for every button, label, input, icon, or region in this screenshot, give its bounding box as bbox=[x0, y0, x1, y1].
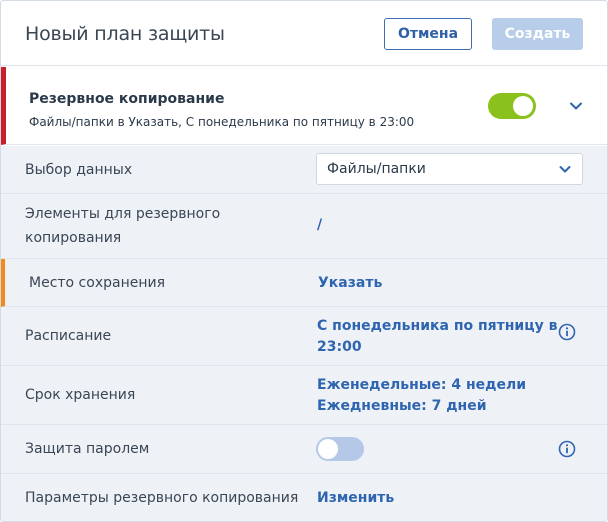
row-data-selection: Выбор данных Файлы/папки bbox=[1, 146, 607, 194]
backup-enable-toggle[interactable] bbox=[488, 93, 536, 119]
section-summary: Файлы/папки в Указать, С понедельника по… bbox=[29, 115, 415, 129]
row-label: Элементы для резервного копирования bbox=[25, 202, 220, 250]
settings-list: Выбор данных Файлы/папки Элементы для ре… bbox=[1, 146, 607, 521]
row-label: Защита паролем bbox=[25, 441, 150, 457]
row-password: Защита паролем bbox=[1, 425, 607, 474]
row-label: Срок хранения bbox=[25, 387, 136, 403]
destination-link[interactable]: Указать bbox=[318, 273, 382, 294]
panel-header: Новый план защиты Отмена Создать bbox=[1, 1, 607, 66]
chevron-down-icon bbox=[559, 166, 571, 173]
schedule-link[interactable]: С понедельника по пятницу в 23:00 bbox=[317, 316, 557, 358]
row-retention: Срок хранения Еженедельные: 4 недели Еже… bbox=[1, 366, 607, 425]
row-label: Расписание bbox=[25, 328, 112, 344]
dropdown-value: Файлы/папки bbox=[327, 161, 426, 177]
toggle-knob bbox=[513, 96, 533, 116]
toggle-knob bbox=[318, 439, 338, 459]
create-button[interactable]: Создать bbox=[492, 18, 583, 50]
info-icon[interactable] bbox=[558, 323, 576, 341]
row-label: Выбор данных bbox=[25, 162, 133, 178]
data-selection-dropdown[interactable]: Файлы/папки bbox=[316, 153, 583, 185]
backup-items-link[interactable]: / bbox=[317, 215, 322, 236]
info-icon[interactable] bbox=[558, 440, 576, 458]
protection-plan-panel: Новый план защиты Отмена Создать Резервн… bbox=[0, 0, 608, 522]
row-destination: Место сохранения Указать bbox=[1, 259, 607, 307]
backup-section-header: Резервное копирование Файлы/папки в Указ… bbox=[1, 67, 607, 145]
row-label-line: копирования bbox=[25, 230, 122, 246]
row-label-line: Элементы для резервного bbox=[25, 206, 221, 222]
section-title: Резервное копирование bbox=[29, 91, 225, 107]
chevron-down-icon[interactable] bbox=[568, 98, 584, 114]
cancel-button[interactable]: Отмена bbox=[384, 18, 472, 50]
retention-line: Ежедневные: 7 дней bbox=[317, 398, 487, 414]
row-backup-options: Параметры резервного копирования Изменит… bbox=[1, 474, 607, 521]
options-edit-link[interactable]: Изменить bbox=[317, 488, 394, 509]
retention-link[interactable]: Еженедельные: 4 недели Ежедневные: 7 дне… bbox=[317, 375, 526, 417]
row-label: Параметры резервного копирования bbox=[25, 490, 299, 506]
password-toggle[interactable] bbox=[316, 437, 364, 461]
schedule-line: 23:00 bbox=[317, 339, 362, 355]
retention-line: Еженедельные: 4 недели bbox=[317, 377, 527, 393]
row-label: Место сохранения bbox=[29, 275, 166, 291]
page-title: Новый план защиты bbox=[25, 23, 225, 45]
schedule-line: С понедельника по пятницу в bbox=[317, 318, 558, 334]
row-backup-items: Элементы для резервного копирования / bbox=[1, 194, 607, 259]
row-schedule: Расписание С понедельника по пятницу в 2… bbox=[1, 307, 607, 366]
